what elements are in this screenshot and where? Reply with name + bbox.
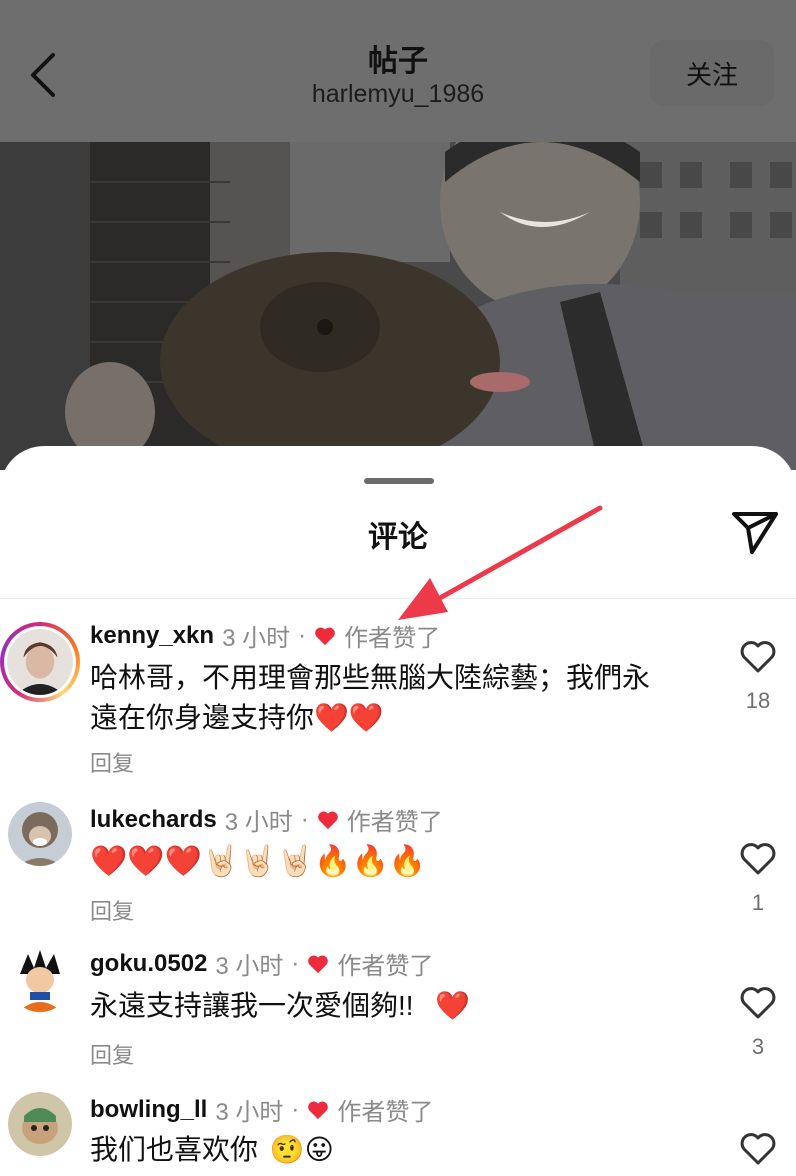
separator-dot: · — [298, 621, 307, 649]
post-photo — [0, 142, 796, 470]
separator-dot: · — [300, 805, 309, 833]
avatar[interactable] — [8, 802, 72, 866]
comments-title: 评论 — [368, 521, 428, 554]
comment-text: 永遠支持讓我一次愛個夠!! ❤️ — [90, 986, 470, 1026]
comment-username[interactable]: goku.0502 — [90, 950, 207, 978]
comment-username[interactable]: kenny_xkn — [90, 622, 214, 650]
heart-filled-icon — [315, 627, 335, 645]
comment-text-line: 遠在你身邊支持你 — [90, 702, 315, 733]
sheet-grabber[interactable] — [364, 478, 434, 484]
avatar[interactable] — [8, 948, 72, 1012]
comment-text-line: 我们也喜欢你 — [90, 1134, 259, 1165]
comment-meta: goku.0502 3 小时 · 作者赞了 — [90, 946, 433, 981]
comment-username[interactable]: lukechards — [90, 806, 217, 834]
comment-text: 我们也喜欢你 🤨😛 — [90, 1130, 334, 1170]
reply-button[interactable]: 回复 — [90, 1038, 134, 1070]
like-count: 1 — [751, 890, 765, 915]
comment-text: ❤️❤️❤️🤘🏻🤘🏻🤘🏻🔥🔥🔥 — [90, 845, 427, 878]
author-liked-label: 作者赞了 — [344, 625, 441, 652]
comment-time: 3 小时 — [215, 953, 284, 980]
comment-text-line: 哈林哥，不用理會那些無腦大陸綜藝；我們永 — [90, 662, 651, 693]
heart-filled-icon — [308, 1101, 329, 1119]
comment-meta: kenny_xkn 3 小时 · 作者赞了 — [90, 618, 440, 653]
avatar-photo — [8, 948, 72, 1012]
comment-time: 3 小时 — [222, 625, 291, 652]
comment-time: 3 小时 — [224, 809, 293, 836]
heart-filled-icon — [317, 811, 338, 829]
follow-button[interactable]: 关注 — [650, 40, 774, 106]
heart-outline-icon[interactable] — [740, 640, 776, 674]
comment-emoji: ❤️ — [435, 990, 471, 1021]
heart-outline-icon[interactable] — [740, 1132, 776, 1166]
heart-outline-icon[interactable] — [740, 842, 776, 876]
heart-outline-icon[interactable] — [740, 986, 776, 1020]
comment-username[interactable]: bowling_ll — [90, 1096, 207, 1124]
comment-meta: lukechards 3 小时 · 作者赞了 — [90, 802, 443, 837]
reply-button[interactable]: 回复 — [90, 894, 134, 926]
comment-emoji: 🤨😛 — [269, 1134, 334, 1165]
separator-dot: · — [291, 1095, 300, 1123]
comment-text: 哈林哥，不用理會那些無腦大陸綜藝；我們永 遠在你身邊支持你❤️❤️ — [90, 658, 650, 738]
avatar-photo — [8, 1092, 72, 1156]
author-liked-label: 作者赞了 — [337, 1099, 434, 1126]
comment-text-line: 永遠支持讓我一次愛個夠!! — [90, 990, 414, 1021]
comment-time: 3 小时 — [215, 1099, 284, 1126]
post-background: 帖子 harlemyu_1986 关注 — [0, 0, 796, 470]
reply-button[interactable]: 回复 — [90, 746, 134, 778]
comment-emoji: ❤️❤️ — [314, 702, 384, 733]
avatar[interactable] — [0, 622, 80, 702]
send-icon — [732, 512, 778, 554]
share-button[interactable] — [728, 506, 782, 556]
heart-filled-icon — [308, 955, 329, 973]
avatar[interactable] — [8, 1092, 72, 1156]
avatar-photo — [8, 802, 72, 866]
author-liked-label: 作者赞了 — [337, 953, 434, 980]
divider — [0, 598, 796, 599]
comments-sheet: 评论 kenny_xkn 3 小时 · 作者赞了 哈林哥，不用理會那些無腦大陸綜… — [0, 446, 796, 1176]
comment-meta: bowling_ll 3 小时 · 作者赞了 — [90, 1092, 433, 1127]
top-bar: 帖子 harlemyu_1986 关注 — [0, 0, 796, 142]
avatar-photo — [7, 629, 73, 695]
separator-dot: · — [291, 949, 300, 977]
like-count: 18 — [745, 688, 771, 713]
author-liked-label: 作者赞了 — [346, 809, 443, 836]
like-count: 3 — [751, 1034, 765, 1059]
